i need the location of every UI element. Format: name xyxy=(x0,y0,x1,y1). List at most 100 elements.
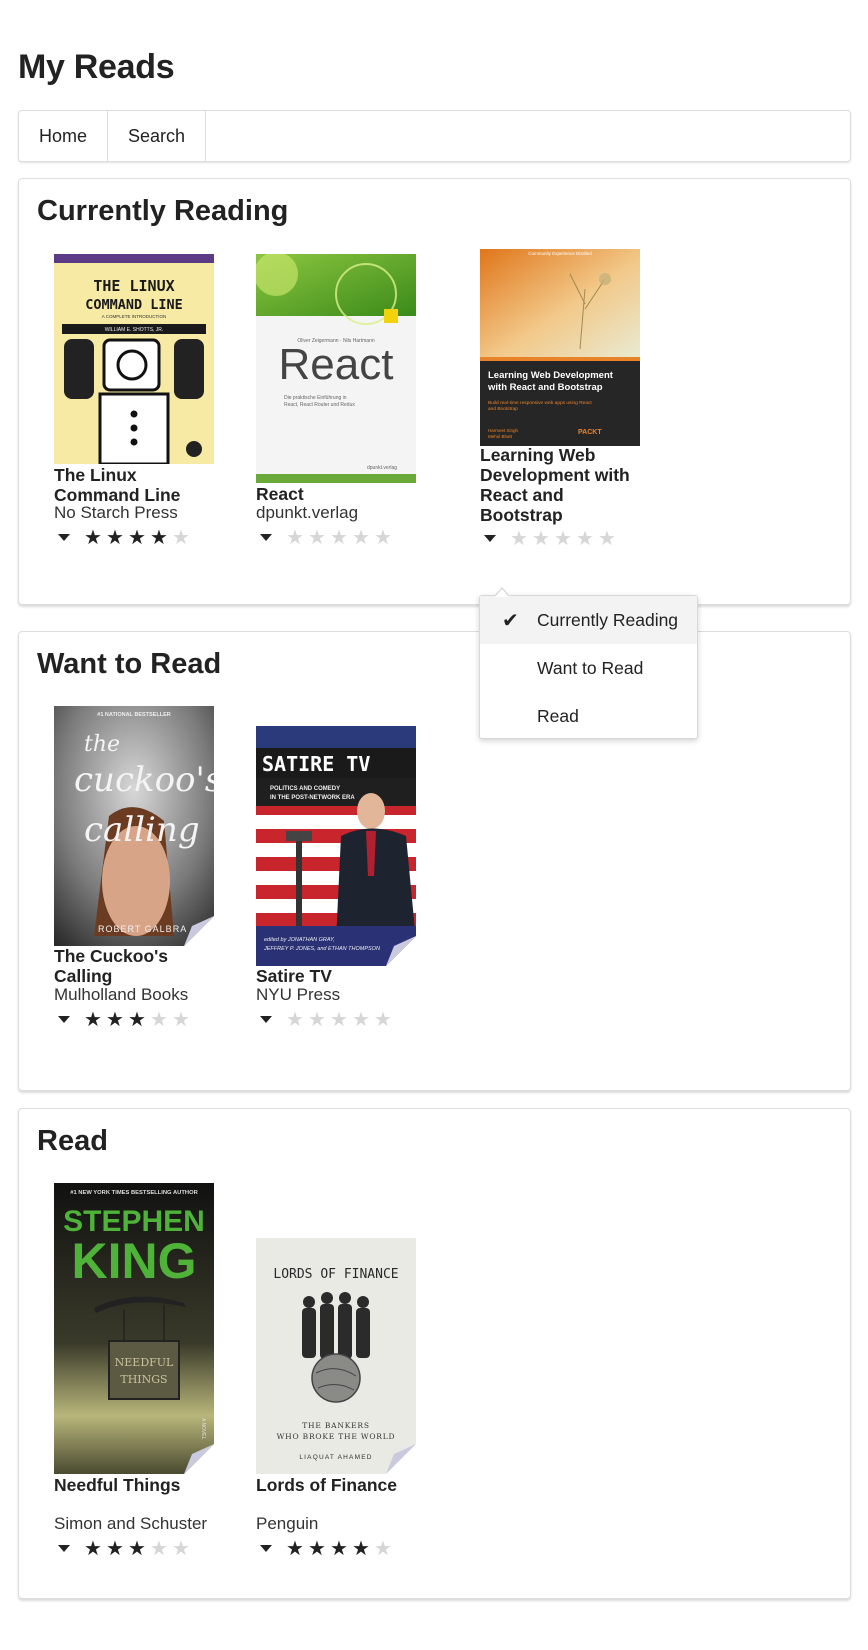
cover-text: POLITICS AND COMEDY xyxy=(270,786,340,792)
star-icon[interactable]: ★ xyxy=(148,1009,170,1029)
cover-text: edited by JONATHAN GRAY, xyxy=(264,937,335,943)
nav-search-link[interactable]: Search xyxy=(108,111,207,161)
book-author: Mulholland Books xyxy=(54,985,189,1004)
cover-text: Learning Web Development xyxy=(488,370,614,381)
book-cover[interactable]: Community Experience Distilled Learning … xyxy=(480,249,640,446)
shelf-title: Want to Read xyxy=(37,648,222,680)
nav-home-link[interactable]: Home xyxy=(19,111,109,161)
shelf-title: Read xyxy=(37,1125,108,1157)
book-cover[interactable]: SATIRE TV POLITICS AND COMEDY IN THE POS… xyxy=(256,726,416,966)
shelf-changer-caret-icon[interactable] xyxy=(58,1544,70,1552)
book-title: React xyxy=(256,484,304,504)
star-icon[interactable]: ★ xyxy=(170,527,192,547)
book-controls: ★ ★ ★ ★ ★ xyxy=(260,1538,394,1558)
star-icon[interactable]: ★ xyxy=(508,528,530,548)
shelf-changer-caret-icon[interactable] xyxy=(260,533,272,541)
dropdown-item-want-to-read[interactable]: Want to Read xyxy=(480,644,697,692)
star-icon[interactable]: ★ xyxy=(104,1538,126,1558)
cover-text: Harmeet Singh xyxy=(488,428,519,433)
cover-text: dpunkt.verlag xyxy=(367,465,397,471)
checkmark-icon: ✔ xyxy=(502,608,519,632)
shelf-read: Read #1 NEW YORK TIMES BESTSELLING AUTHO… xyxy=(18,1108,851,1599)
book-author: No Starch Press xyxy=(54,503,178,522)
book-controls: ★ ★ ★ ★ ★ xyxy=(58,527,192,547)
shelf-changer-caret-icon[interactable] xyxy=(58,1015,70,1023)
navbar: Home Search xyxy=(18,110,851,162)
dropdown-item-label: Currently Reading xyxy=(537,610,679,630)
star-icon[interactable]: ★ xyxy=(328,527,350,547)
star-icon[interactable]: ★ xyxy=(82,1009,104,1029)
cover-text: React xyxy=(279,340,394,389)
book-title: Needful Things xyxy=(54,1475,181,1495)
star-icon[interactable]: ★ xyxy=(574,528,596,548)
dropdown-item-currently-reading[interactable]: ✔ Currently Reading xyxy=(480,596,697,644)
book-author: Penguin xyxy=(256,1514,319,1533)
book-cover[interactable]: Oliver Zeigermann · Nils Hartmann React … xyxy=(256,254,416,483)
cover-text: Die praktische Einführung in xyxy=(284,395,347,401)
star-icon[interactable]: ★ xyxy=(126,1538,148,1558)
cover-text: Mehul Bhatt xyxy=(488,434,513,439)
book-author: dpunkt.verlag xyxy=(256,503,359,522)
star-icon[interactable]: ★ xyxy=(284,1538,306,1558)
star-icon[interactable]: ★ xyxy=(530,528,552,548)
star-icon[interactable]: ★ xyxy=(372,527,394,547)
star-icon[interactable]: ★ xyxy=(306,1538,328,1558)
shelf-changer-dropdown: ✔ Currently Reading Want to Read Read xyxy=(479,587,698,740)
book-cover[interactable]: #1 NEW YORK TIMES BESTSELLING AUTHOR STE… xyxy=(54,1183,214,1474)
star-icon[interactable]: ★ xyxy=(148,1538,170,1558)
star-icon[interactable]: ★ xyxy=(328,1538,350,1558)
cover-text: JEFFREY P. JONES, and ETHAN THOMPSON xyxy=(263,946,380,952)
shelf-changer-caret-icon[interactable] xyxy=(260,1544,272,1552)
book-title: The Cuckoo's Calling xyxy=(54,946,169,986)
book-title: Learning Web Development with React and … xyxy=(480,445,630,525)
book-title: Lords of Finance xyxy=(256,1475,397,1495)
book-cover[interactable]: #1 NATIONAL BESTSELLER the cuckoo's call… xyxy=(54,706,214,946)
star-icon[interactable]: ★ xyxy=(350,527,372,547)
cover-text: WHO BROKE THE WORLD xyxy=(277,1432,396,1441)
star-icon[interactable]: ★ xyxy=(170,1538,192,1558)
star-icon[interactable]: ★ xyxy=(350,1009,372,1029)
star-icon[interactable]: ★ xyxy=(372,1009,394,1029)
cover-text: ROBERT GALBRA xyxy=(98,924,187,934)
star-icon[interactable]: ★ xyxy=(552,528,574,548)
dropdown-item-label: Want to Read xyxy=(537,658,644,678)
cover-text: Build real-time responsive web apps usin… xyxy=(488,400,592,406)
star-icon[interactable]: ★ xyxy=(284,1009,306,1029)
cover-text: IN THE POST-NETWORK ERA xyxy=(270,795,355,801)
book-cover[interactable]: LORDS OF FINANCE THE BANKERS WHO BROKE T… xyxy=(256,1238,416,1474)
star-icon[interactable]: ★ xyxy=(284,527,306,547)
book-author: NYU Press xyxy=(256,985,341,1004)
cover-text: KING xyxy=(72,1233,197,1289)
star-icon[interactable]: ★ xyxy=(328,1009,350,1029)
shelf-changer-caret-icon[interactable] xyxy=(484,534,496,542)
book-controls: ★ ★ ★ ★ ★ xyxy=(260,527,394,547)
cover-text: Community Experience Distilled xyxy=(528,251,592,256)
star-icon[interactable]: ★ xyxy=(306,1009,328,1029)
star-icon[interactable]: ★ xyxy=(372,1538,394,1558)
shelf-changer-caret-icon[interactable] xyxy=(260,1015,272,1023)
book-controls: ★ ★ ★ ★ ★ xyxy=(58,1538,192,1558)
book-cover[interactable]: THE LINUX COMMAND LINE A COMPLETE INTROD… xyxy=(54,254,214,464)
book-controls: ★ ★ ★ ★ ★ xyxy=(58,1009,192,1029)
cover-text: A NOVEL xyxy=(200,1418,206,1440)
shelf-currently-reading: Currently Reading THE LINUX COMMAND LINE… xyxy=(18,178,851,605)
star-icon[interactable]: ★ xyxy=(104,1009,126,1029)
cover-text: THINGS xyxy=(120,1373,167,1386)
cover-text: COMMAND LINE xyxy=(85,297,183,313)
cover-text: with React and Bootstrap xyxy=(487,382,603,393)
star-icon[interactable]: ★ xyxy=(170,1009,192,1029)
star-icon[interactable]: ★ xyxy=(82,527,104,547)
shelf-changer-caret-icon[interactable] xyxy=(58,533,70,541)
star-icon[interactable]: ★ xyxy=(82,1538,104,1558)
dropdown-item-label: Read xyxy=(537,706,579,726)
star-icon[interactable]: ★ xyxy=(306,527,328,547)
star-icon[interactable]: ★ xyxy=(350,1538,372,1558)
star-icon[interactable]: ★ xyxy=(126,1009,148,1029)
star-icon[interactable]: ★ xyxy=(104,527,126,547)
star-icon[interactable]: ★ xyxy=(596,528,618,548)
star-icon[interactable]: ★ xyxy=(126,527,148,547)
star-icon[interactable]: ★ xyxy=(148,527,170,547)
dropdown-item-read[interactable]: Read xyxy=(480,692,697,740)
cover-text: #1 NEW YORK TIMES BESTSELLING AUTHOR xyxy=(70,1190,198,1196)
cover-text: calling xyxy=(84,810,200,850)
